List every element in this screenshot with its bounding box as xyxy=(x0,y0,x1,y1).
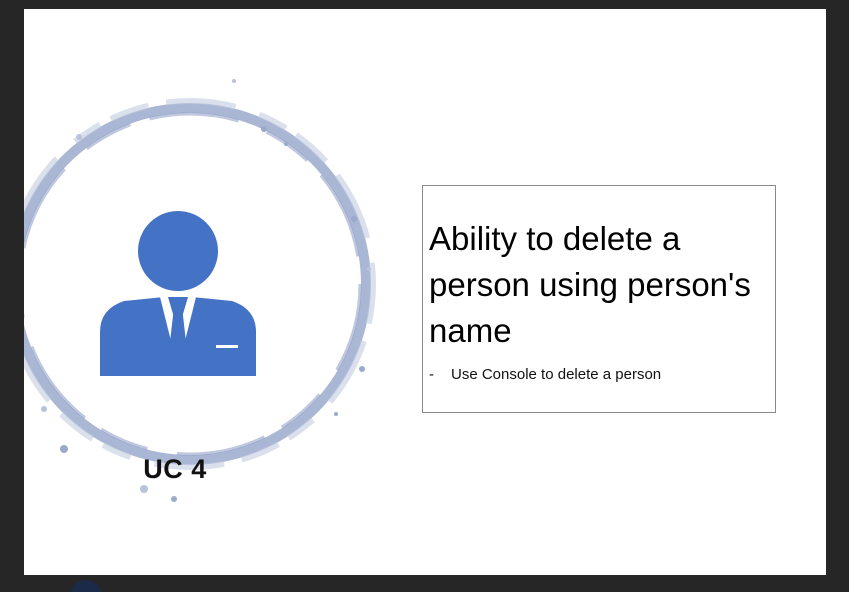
taskbar-app-icon[interactable] xyxy=(70,580,102,592)
presentation-slide: UC 4 Ability to delete a person using pe… xyxy=(24,9,826,575)
uc-emblem: UC 4 xyxy=(24,69,384,509)
bullet-text: Use Console to delete a person xyxy=(451,366,662,383)
bullet-marker: - xyxy=(429,366,434,383)
description-textbox: Ability to delete a person using person'… xyxy=(422,185,776,413)
bullet-item: - Use Console to delete a person xyxy=(429,366,661,383)
slide-headline: Ability to delete a person using person'… xyxy=(429,220,751,349)
uc-number-label: UC 4 xyxy=(143,454,207,484)
screen-frame: UC 4 Ability to delete a person using pe… xyxy=(0,0,849,592)
person-with-tie-icon xyxy=(100,211,256,376)
